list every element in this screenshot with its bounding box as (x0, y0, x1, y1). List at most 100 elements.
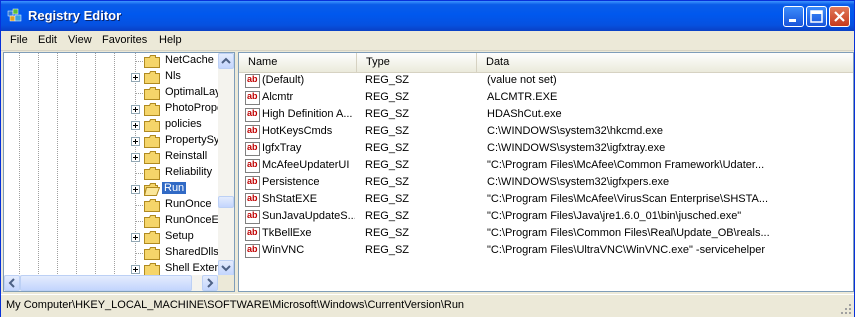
maximize-button[interactable] (806, 6, 827, 27)
value-data: "C:\Program Files\Common Files\Real\Upda… (487, 227, 770, 239)
scroll-down-button[interactable] (218, 260, 234, 276)
expand-icon[interactable] (131, 233, 140, 242)
tree-item-photoprope[interactable]: PhotoPrope (4, 101, 234, 117)
string-value-icon: ab (245, 125, 260, 139)
value-row[interactable]: ab High Definition A... REG_SZ HDAShCut.exe (239, 107, 853, 124)
tree-item-run[interactable]: Run (4, 181, 234, 197)
string-value-icon: ab (245, 176, 260, 190)
title-bar[interactable]: Registry Editor (1, 1, 854, 31)
list-header: Name Type Data (239, 53, 853, 73)
value-name: Persistence (262, 176, 320, 188)
value-name: TkBellExe (262, 227, 312, 239)
string-value-icon: ab (245, 244, 260, 258)
value-row[interactable]: ab TkBellExe REG_SZ "C:\Program Files\Commo… (239, 226, 853, 243)
scrollbar-corner (218, 275, 234, 291)
tree-item-reliability[interactable]: Reliability (4, 165, 234, 181)
folder-icon (144, 135, 160, 148)
tree-item-label: Setup (165, 230, 194, 242)
expand-icon[interactable] (131, 137, 140, 146)
resize-grip-icon[interactable] (840, 303, 852, 315)
expand-icon[interactable] (131, 73, 140, 82)
tree-item-shareddlls[interactable]: SharedDlls (4, 245, 234, 261)
value-name: HotKeysCmds (262, 125, 333, 137)
value-name: McAfeeUpdaterUI (262, 159, 350, 171)
tree-horizontal-scrollbar[interactable] (4, 275, 218, 291)
value-type: REG_SZ (365, 227, 410, 239)
value-name: (Default) (262, 74, 305, 86)
value-row[interactable]: ab McAfeeUpdaterUI REG_SZ "C:\Program Files… (239, 158, 853, 175)
menu-file[interactable]: File (10, 34, 28, 46)
close-icon (834, 11, 845, 22)
key-tree-pane[interactable]: NetCache Nls OptimalLay PhotoPrope polic… (3, 52, 235, 292)
value-row[interactable]: ab WinVNC REG_SZ "C:\Program Files\UltraVNC… (239, 243, 853, 260)
expand-icon[interactable] (131, 105, 140, 114)
folder-icon (144, 231, 160, 244)
scroll-thumb[interactable] (20, 275, 192, 291)
scroll-up-button[interactable] (218, 53, 234, 69)
value-data: "C:\Program Files\Java\jre1.6.0_01\bin\j… (487, 210, 742, 222)
minimize-button[interactable] (783, 6, 804, 27)
folder-icon (144, 103, 160, 116)
expand-icon[interactable] (131, 121, 140, 130)
tree-item-label: Reinstall (165, 150, 208, 162)
column-header-name[interactable]: Name (239, 53, 357, 72)
tree-item-nls[interactable]: Nls (4, 69, 234, 85)
value-data: "C:\Program Files\McAfee\VirusScan Enter… (487, 193, 769, 205)
expand-icon[interactable] (131, 153, 140, 162)
value-name: IgfxTray (262, 142, 302, 154)
value-data: (value not set) (487, 74, 557, 86)
value-row[interactable]: ab (Default) REG_SZ (value not set) (239, 73, 853, 90)
folder-icon (144, 87, 160, 100)
menu-help[interactable]: Help (159, 34, 182, 46)
menu-edit[interactable]: Edit (38, 34, 57, 46)
value-data: HDAShCut.exe (487, 108, 562, 120)
column-header-type[interactable]: Type (357, 53, 477, 72)
tree-item-label: Nls (165, 70, 181, 82)
tree-item-label: PropertySy (165, 134, 220, 146)
column-header-data[interactable]: Data (477, 53, 853, 72)
tree-item-runonce[interactable]: RunOnce (4, 197, 234, 213)
value-row[interactable]: ab Persistence REG_SZ C:\WINDOWS\system32\i… (239, 175, 853, 192)
string-value-icon: ab (245, 193, 260, 207)
value-row[interactable]: ab ShStatEXE REG_SZ "C:\Program Files\McAfe… (239, 192, 853, 209)
arrow-up-icon (221, 57, 231, 64)
tree-item-label: SharedDlls (165, 246, 219, 258)
value-row[interactable]: ab SunJavaUpdateS... REG_SZ "C:\Program Fil… (239, 209, 853, 226)
folder-icon (144, 199, 160, 212)
tree-item-runonceex[interactable]: RunOnceEx (4, 213, 234, 229)
tree-item-propertysy[interactable]: PropertySy (4, 133, 234, 149)
expand-icon[interactable] (131, 185, 140, 194)
tree-item-label: NetCache (165, 54, 214, 66)
tree-item-reinstall[interactable]: Reinstall (4, 149, 234, 165)
tree-item-netcache[interactable]: NetCache (4, 53, 234, 69)
string-value-icon: ab (245, 91, 260, 105)
value-type: REG_SZ (365, 108, 410, 120)
tree-vertical-scrollbar[interactable] (218, 53, 234, 276)
value-row[interactable]: ab IgfxTray REG_SZ C:\WINDOWS\system32\igfx… (239, 141, 853, 158)
open-folder-icon (144, 183, 160, 196)
tree-item-label: RunOnce (165, 198, 212, 210)
expand-icon[interactable] (131, 265, 140, 274)
values-list-pane[interactable]: Name Type Data ab (Default) REG_SZ (value n… (238, 52, 854, 292)
menu-favorites[interactable]: Favorites (102, 34, 147, 46)
value-row[interactable]: ab Alcmtr REG_SZ ALCMTR.EXE (239, 90, 853, 107)
scroll-right-button[interactable] (202, 275, 218, 291)
tree-item-policies[interactable]: policies (4, 117, 234, 133)
tree-item-optimallay[interactable]: OptimalLay (4, 85, 234, 101)
status-bar: My Computer\HKEY_LOCAL_MACHINE\SOFTWARE\… (1, 294, 854, 317)
value-type: REG_SZ (365, 159, 410, 171)
scroll-left-button[interactable] (4, 275, 20, 291)
scroll-thumb[interactable] (218, 196, 234, 208)
tree-item-label: OptimalLay (165, 86, 221, 98)
value-data: "C:\Program Files\UltraVNC\WinVNC.exe" -… (487, 244, 765, 256)
value-row[interactable]: ab HotKeysCmds REG_SZ C:\WINDOWS\system32\h… (239, 124, 853, 141)
close-button[interactable] (829, 6, 850, 27)
folder-icon (144, 247, 160, 260)
menu-view[interactable]: View (68, 34, 92, 46)
string-value-icon: ab (245, 108, 260, 122)
value-type: REG_SZ (365, 91, 410, 103)
value-type: REG_SZ (365, 176, 410, 188)
value-data: ALCMTR.EXE (487, 91, 558, 103)
tree-item-setup[interactable]: Setup (4, 229, 234, 245)
registry-editor-window: Registry Editor File Edit View Favorites… (0, 0, 855, 317)
